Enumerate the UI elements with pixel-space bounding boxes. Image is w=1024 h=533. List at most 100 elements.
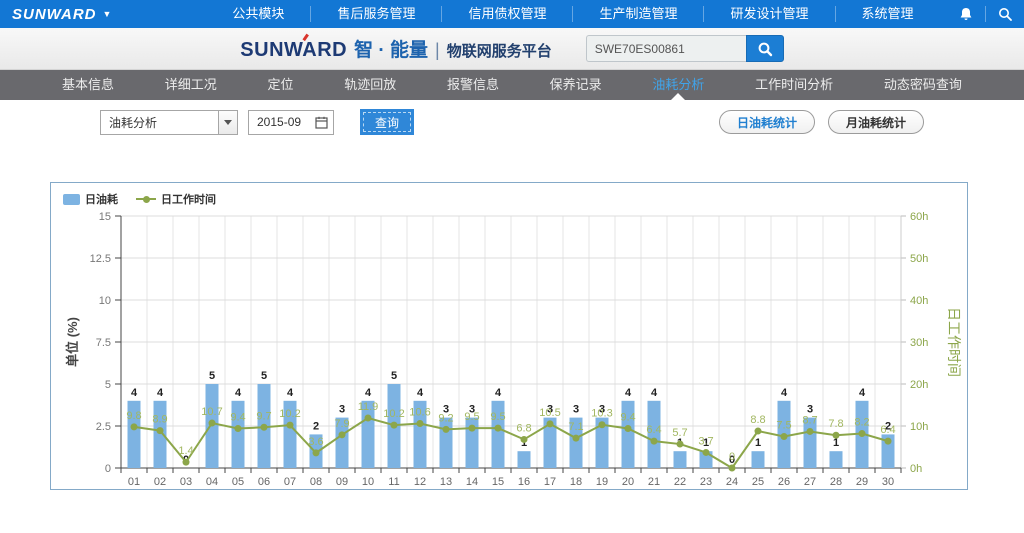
svg-text:29: 29 [856,476,868,488]
topnav-item[interactable]: 系统管理 [835,6,940,22]
svg-text:22: 22 [674,476,686,488]
svg-text:20h: 20h [910,379,928,391]
filter-bar: 油耗分析 2015-09 查询 日油耗统计 月油耗统计 [0,100,1024,144]
line-point-day-23[interactable] [703,449,710,456]
svg-text:4: 4 [495,387,502,399]
topnav-item[interactable]: 研发设计管理 [703,6,834,22]
device-search-input[interactable] [586,35,746,62]
line-point-day-27[interactable] [807,428,814,435]
line-point-day-17[interactable] [547,420,554,427]
svg-text:0h: 0h [910,463,922,475]
svg-text:11.9: 11.9 [358,401,379,413]
bar-day-16[interactable] [518,451,531,468]
line-point-day-06[interactable] [261,424,268,431]
line-point-day-25[interactable] [755,428,762,435]
svg-text:6.4: 6.4 [880,424,895,436]
svg-text:0: 0 [105,463,111,475]
svg-text:09: 09 [336,476,348,488]
brand-name: SUNWARD [12,6,97,23]
bell-icon[interactable] [947,6,985,22]
line-point-day-26[interactable] [781,433,788,440]
svg-text:4: 4 [287,387,294,399]
legend-daily-worktime[interactable]: 日工作时间 [136,191,216,207]
topnav-item[interactable]: 售后服务管理 [310,6,441,22]
svg-text:30: 30 [882,476,894,488]
subnav-tab[interactable]: 保养记录 [546,70,606,100]
line-point-day-12[interactable] [417,420,424,427]
line-point-day-10[interactable] [365,415,372,422]
line-point-day-15[interactable] [495,425,502,432]
svg-text:2.5: 2.5 [96,421,111,433]
topnav-item[interactable]: 公共模块 [206,6,310,22]
line-point-day-29[interactable] [859,430,866,437]
search-icon[interactable] [985,6,1024,22]
analysis-type-value: 油耗分析 [101,114,218,131]
subnav-tab[interactable]: 油耗分析 [648,70,708,100]
device-search-button[interactable] [746,35,784,62]
subnav-tab[interactable]: 定位 [263,70,297,100]
select-arrow-cell[interactable] [218,111,237,134]
filter-right: 日油耗统计 月油耗统计 [719,110,924,134]
svg-text:5: 5 [261,370,267,382]
svg-text:5: 5 [391,370,397,382]
svg-text:7.5: 7.5 [776,420,791,432]
line-point-day-28[interactable] [833,432,840,439]
logo-product-text: 智 · 能量 [354,35,428,62]
subnav-tab[interactable]: 工作时间分析 [751,70,837,100]
line-point-day-16[interactable] [521,436,528,443]
line-point-day-01[interactable] [131,423,138,430]
line-point-day-04[interactable] [209,420,216,427]
svg-text:3.7: 3.7 [698,435,713,447]
topnav-item[interactable]: 生产制造管理 [572,6,703,22]
svg-text:02: 02 [154,476,166,488]
bar-day-28[interactable] [830,451,843,468]
header: SUNWARD 智 · 能量 | 物联网服务平台 [0,28,1024,70]
daily-fuel-stats-button[interactable]: 日油耗统计 [719,110,815,134]
subnav-tab[interactable]: 动态密码查询 [880,70,966,100]
line-point-day-02[interactable] [157,427,164,434]
caret-down-icon: ▼ [103,9,112,19]
query-button[interactable]: 查询 [360,109,414,135]
topnav-item[interactable]: 信用债权管理 [441,6,572,22]
line-point-day-08[interactable] [313,449,320,456]
bar-day-13[interactable] [440,418,453,468]
svg-text:3: 3 [573,404,579,416]
line-point-day-11[interactable] [391,422,398,429]
subnav-tab[interactable]: 轨迹回放 [340,70,400,100]
brand-logo[interactable]: SUNWARD ▼ [12,6,111,23]
monthly-fuel-stats-button[interactable]: 月油耗统计 [828,110,924,134]
topnav-right [947,0,1024,28]
svg-text:7.5: 7.5 [96,337,111,349]
subnav-tab[interactable]: 详细工况 [161,70,221,100]
svg-text:01: 01 [128,476,140,488]
line-point-day-09[interactable] [339,431,346,438]
legend-daily-fuel[interactable]: 日油耗 [63,191,118,207]
month-picker[interactable]: 2015-09 [248,110,334,135]
calendar-icon[interactable] [315,116,328,129]
svg-text:10.2: 10.2 [279,408,300,420]
line-point-day-18[interactable] [573,435,580,442]
fuel-worktime-chart[interactable]: 00h2.510h520h7.530h1040h12.550h1560h0102… [51,183,967,489]
analysis-type-select[interactable]: 油耗分析 [100,110,238,135]
line-point-day-24[interactable] [729,465,736,472]
line-point-day-19[interactable] [599,421,606,428]
chevron-down-icon [224,120,232,125]
line-point-day-21[interactable] [651,438,658,445]
svg-text:10: 10 [99,295,111,307]
svg-text:10.6: 10.6 [409,406,430,418]
subnav-tab[interactable]: 基本信息 [58,70,118,100]
subnav-tab[interactable]: 报警信息 [443,70,503,100]
line-point-day-03[interactable] [183,459,190,466]
line-point-day-14[interactable] [469,425,476,432]
bar-day-02[interactable] [154,401,167,468]
svg-text:8.8: 8.8 [750,414,765,426]
line-point-day-13[interactable] [443,426,450,433]
bar-day-25[interactable] [752,451,765,468]
svg-text:4: 4 [651,387,658,399]
line-point-day-30[interactable] [885,438,892,445]
line-point-day-05[interactable] [235,425,242,432]
bar-day-22[interactable] [674,451,687,468]
line-point-day-20[interactable] [625,425,632,432]
line-point-day-07[interactable] [287,422,294,429]
line-point-day-22[interactable] [677,441,684,448]
